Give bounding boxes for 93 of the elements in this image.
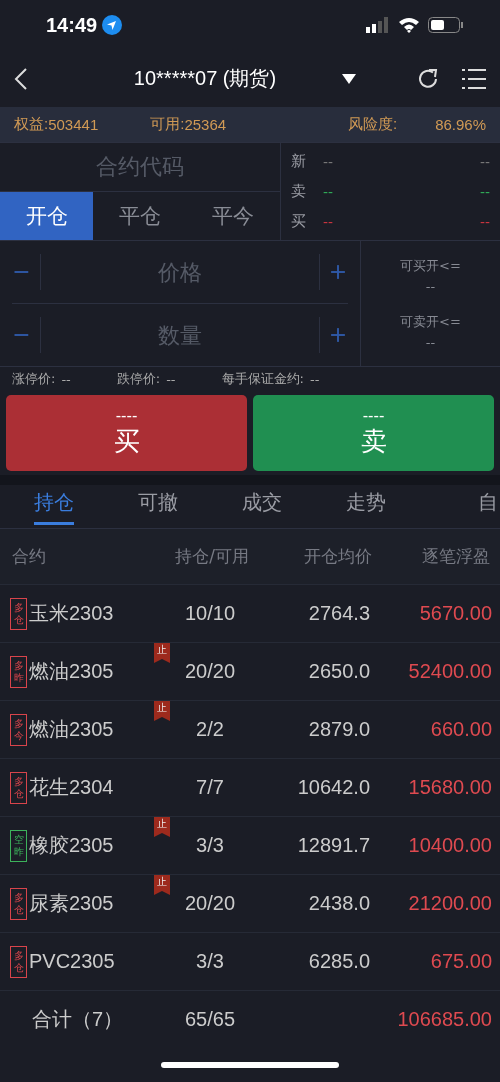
position-cell-text: 3/3 [195, 834, 225, 857]
average-price-cell-text: 12891.7 [296, 834, 370, 857]
stop-badge: 止 [154, 875, 170, 895]
position-cell-text: 3/3 [195, 950, 225, 973]
quote-label: 买 [291, 211, 307, 231]
position-tag: 多 仓 [10, 887, 27, 920]
info-label: 涨停价: [12, 370, 56, 388]
info-label: 跌停价: [116, 370, 161, 388]
quote-value: -- [323, 152, 333, 170]
total-label: 合计（7） [31, 1007, 124, 1032]
tab[interactable]: 成交 [242, 488, 282, 525]
position-tag: 多 仓 [10, 945, 27, 978]
position-cell-text: 20/20 [183, 660, 237, 683]
quote-value: -- [323, 182, 333, 200]
limit-value: -- [425, 335, 436, 351]
quote-label: 卖 [291, 181, 307, 201]
position-cell-text: 7/7 [195, 776, 225, 799]
tab[interactable]: 持仓 [34, 488, 74, 525]
profit-cell-text: 675.00 [429, 950, 492, 973]
column-header: 合约 [12, 545, 47, 568]
available-label: 可用: [150, 115, 185, 134]
risk-label: 风险度: [347, 115, 398, 134]
order-type-tab[interactable]: 开仓 [0, 192, 94, 240]
contract-name: PVC2305 [29, 950, 115, 973]
menu-icon[interactable] [462, 67, 486, 90]
column-header: 开仓均价 [303, 545, 372, 568]
column-header: 逐笔浮盈 [421, 545, 490, 568]
buy-button[interactable]: ---- 买 [6, 395, 247, 471]
contract-name: 尿素2305 [29, 891, 114, 916]
total-position: 65/65 [183, 1008, 237, 1031]
profit-cell-text: 660.00 [429, 718, 492, 741]
stop-badge: 止 [154, 817, 170, 837]
total-profit: 106685.00 [396, 1008, 492, 1031]
location-icon [102, 15, 123, 35]
average-price-cell-text: 2650.0 [307, 660, 370, 683]
contract-name: 燃油2305 [29, 659, 114, 684]
profit-cell-text: 10400.00 [407, 834, 492, 857]
wifi-icon [398, 17, 420, 33]
average-price-cell-text: 2764.3 [307, 602, 370, 625]
contract-name: 燃油2305 [29, 717, 114, 742]
column-header: 持仓/可用 [174, 545, 250, 568]
position-tag: 多 仓 [10, 597, 27, 630]
contract-name: 橡胶2305 [29, 833, 114, 858]
profit-cell-text: 5670.00 [418, 602, 492, 625]
limit-label: 可买开<= [400, 256, 461, 275]
position-cell-text: 2/2 [195, 718, 225, 741]
tab[interactable]: 可撤 [138, 488, 178, 525]
signal-icon [366, 17, 390, 33]
refresh-icon[interactable] [416, 66, 440, 91]
average-price-cell-text: 6285.0 [307, 950, 370, 973]
sell-button[interactable]: ---- 卖 [253, 395, 494, 471]
position-cell-text: 10/10 [183, 602, 237, 625]
profit-cell-text: 21200.00 [407, 892, 492, 915]
account-title[interactable]: 10*****07 (期货) [68, 65, 342, 92]
position-tag: 空 昨 [10, 829, 27, 862]
quote-value: -- [480, 182, 490, 200]
order-type-tab[interactable]: 平今 [186, 192, 280, 240]
profit-cell-text: 52400.00 [407, 660, 492, 683]
info-label: 每手保证金约: [221, 370, 304, 388]
input-field[interactable]: 价格 [40, 254, 320, 290]
battery-icon [428, 17, 464, 33]
stop-badge: 止 [154, 701, 170, 721]
back-icon[interactable] [14, 66, 28, 91]
position-tag: 多 今 [10, 713, 27, 746]
tab[interactable]: 自 [478, 488, 498, 525]
average-price-cell-text: 2879.0 [307, 718, 370, 741]
status-time: 14:49 [46, 13, 98, 37]
quote-value: -- [480, 212, 490, 230]
profit-cell-text: 15680.00 [407, 776, 492, 799]
contract-name: 花生2304 [29, 775, 114, 800]
average-price-cell-text: 2438.0 [307, 892, 370, 915]
position-cell-text: 20/20 [183, 892, 237, 915]
position-tag: 多 昨 [10, 655, 27, 688]
available-value: 25364 [184, 116, 227, 133]
quote-value: -- [480, 152, 490, 170]
tab[interactable]: 走势 [346, 488, 386, 525]
info-value: -- [166, 371, 176, 387]
limit-label: 可卖开<= [400, 313, 461, 332]
position-tag: 多 仓 [10, 771, 27, 804]
quote-label: 新 [291, 151, 307, 171]
equity-value: 503441 [48, 116, 99, 133]
equity-label: 权益: [14, 115, 49, 134]
contract-name: 玉米2303 [29, 601, 114, 626]
info-value: -- [61, 371, 71, 387]
input-field[interactable]: 数量 [40, 317, 320, 353]
info-value: -- [309, 371, 320, 387]
dropdown-caret-icon[interactable] [342, 73, 356, 84]
stop-badge: 止 [154, 643, 170, 663]
average-price-cell-text: 10642.0 [296, 776, 370, 799]
limit-value: -- [425, 278, 436, 294]
quote-value: -- [323, 212, 333, 230]
risk-value: 86.96% [435, 116, 486, 133]
order-type-tab[interactable]: 平仓 [93, 192, 187, 240]
